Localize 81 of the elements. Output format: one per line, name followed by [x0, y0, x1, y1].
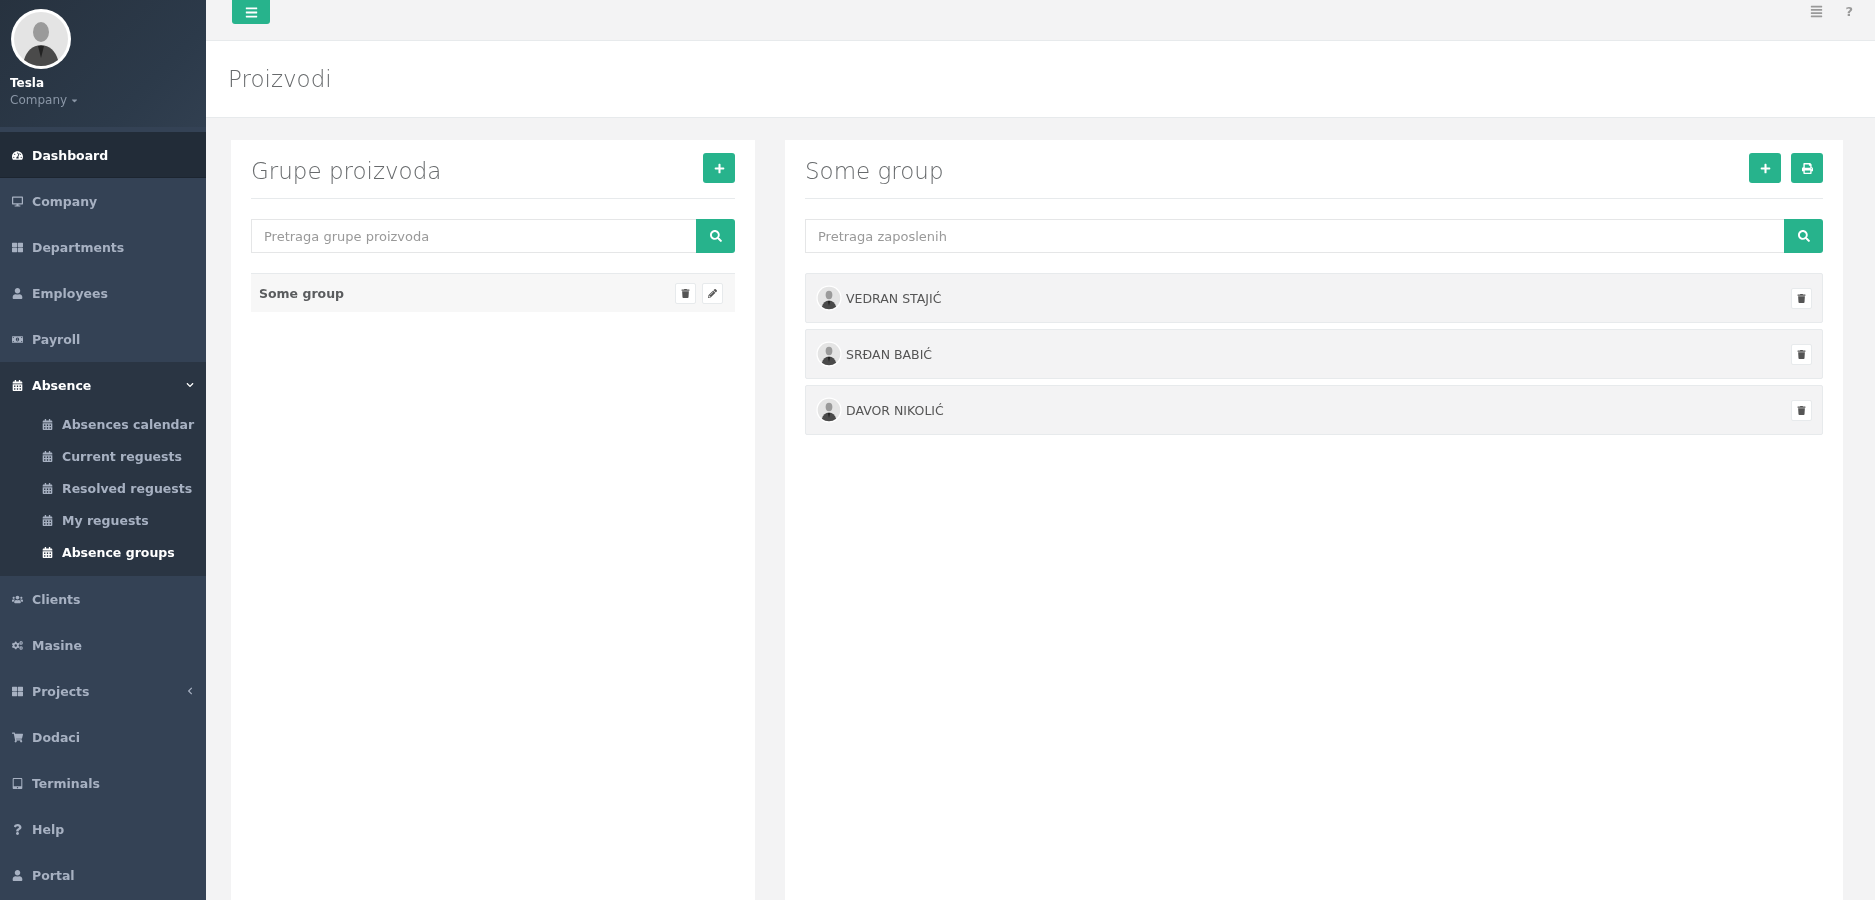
trash-icon	[681, 288, 690, 298]
avatar-silhouette	[816, 285, 842, 311]
trash-icon	[1797, 405, 1806, 415]
trash-icon	[1797, 293, 1806, 303]
monitor-icon	[12, 195, 23, 207]
sidebar-item[interactable]: Absence	[0, 362, 206, 408]
grid-icon	[12, 241, 23, 253]
company-dropdown[interactable]: Company	[10, 93, 80, 107]
sidebar-item[interactable]: Company	[0, 178, 206, 224]
chevron-down-icon	[186, 381, 194, 389]
avatar-silhouette	[10, 8, 72, 70]
tablet-icon	[12, 777, 23, 789]
user-icon	[12, 287, 23, 299]
submenu-item[interactable]: My reguests	[0, 504, 206, 536]
help-link[interactable]: ?	[1845, 3, 1853, 19]
menu-icon	[244, 5, 258, 19]
page-title: Proizvodi	[228, 66, 332, 92]
calendar-icon	[42, 418, 53, 430]
submenu-item[interactable]: Absence groups	[0, 536, 206, 568]
trash-icon	[1797, 349, 1806, 359]
delete-button[interactable]	[1791, 343, 1812, 365]
print-button[interactable]	[1791, 153, 1823, 183]
cogs-icon	[12, 639, 23, 651]
member-name: VEDRAN STAJIĆ	[846, 290, 943, 306]
plus-icon	[1759, 162, 1771, 174]
group-name: Some group	[259, 285, 344, 301]
sidebar-item[interactable]: Clients	[0, 576, 206, 622]
avatar-silhouette	[816, 397, 842, 423]
users-icon	[12, 593, 23, 605]
search-field[interactable]: Pretraga zaposlenih	[805, 219, 1784, 253]
calendar-icon	[42, 450, 53, 462]
sidebar-item[interactable]: Masine	[0, 622, 206, 668]
member-name: SRĐAN BABIĆ	[846, 346, 934, 362]
avatar-silhouette	[816, 341, 842, 367]
delete-button[interactable]	[1791, 287, 1812, 309]
banknote-icon	[12, 333, 23, 345]
group-row[interactable]: Some group	[251, 273, 735, 312]
list-icon[interactable]	[1810, 4, 1824, 18]
grid-icon	[12, 685, 23, 697]
search-icon	[1797, 230, 1810, 242]
member-row[interactable]: VEDRAN STAJIĆ	[805, 273, 1823, 323]
add-button[interactable]	[703, 153, 735, 183]
member-name: DAVOR NIKOLIĆ	[846, 402, 945, 418]
sidebar-item[interactable]: Terminals	[0, 760, 206, 806]
calendar-icon	[42, 514, 53, 526]
sidebar-item[interactable]: Dashboard	[0, 132, 206, 178]
sidebar-item[interactable]: Employees	[0, 270, 206, 316]
user-icon	[12, 869, 23, 881]
member-row[interactable]: DAVOR NIKOLIĆ	[805, 385, 1823, 435]
panel-title: Some group	[805, 157, 944, 184]
calendar-icon	[42, 482, 53, 494]
delete-button[interactable]	[675, 282, 696, 304]
sidebar-item[interactable]: Help	[0, 806, 206, 852]
chevron-left-icon	[186, 687, 194, 695]
member-row[interactable]: SRĐAN BABIĆ	[805, 329, 1823, 379]
submenu-item[interactable]: Resolved reguests	[0, 472, 206, 504]
submenu-item[interactable]: Current reguests	[0, 440, 206, 472]
sidebar-item[interactable]: Departments	[0, 224, 206, 270]
search-field[interactable]: Pretraga grupe proizvoda	[251, 219, 696, 253]
sidebar-item[interactable]: Projects	[0, 668, 206, 714]
delete-button[interactable]	[1791, 399, 1812, 421]
search-icon	[709, 230, 722, 242]
sidebar-item[interactable]: Payroll	[0, 316, 206, 362]
calendar-icon	[42, 546, 53, 558]
search-button[interactable]	[1784, 219, 1823, 253]
submenu-item[interactable]: Absences calendar	[0, 408, 206, 440]
add-button[interactable]	[1749, 153, 1781, 183]
cart-icon	[12, 731, 23, 743]
plus-icon	[713, 162, 725, 174]
panel-title: Grupe proizvoda	[251, 157, 442, 184]
menu-button[interactable]	[232, 0, 270, 24]
user-name: Tesla	[10, 76, 45, 90]
printer-icon	[1801, 162, 1813, 174]
question-icon	[12, 823, 23, 835]
sidebar-item[interactable]: Dodaci	[0, 714, 206, 760]
sidebar-item[interactable]: Portal	[0, 852, 206, 898]
search-button[interactable]	[696, 219, 735, 253]
edit-button[interactable]	[702, 282, 723, 304]
dashboard-icon	[12, 149, 23, 161]
pencil-icon	[708, 288, 717, 298]
calendar-icon	[12, 379, 23, 391]
